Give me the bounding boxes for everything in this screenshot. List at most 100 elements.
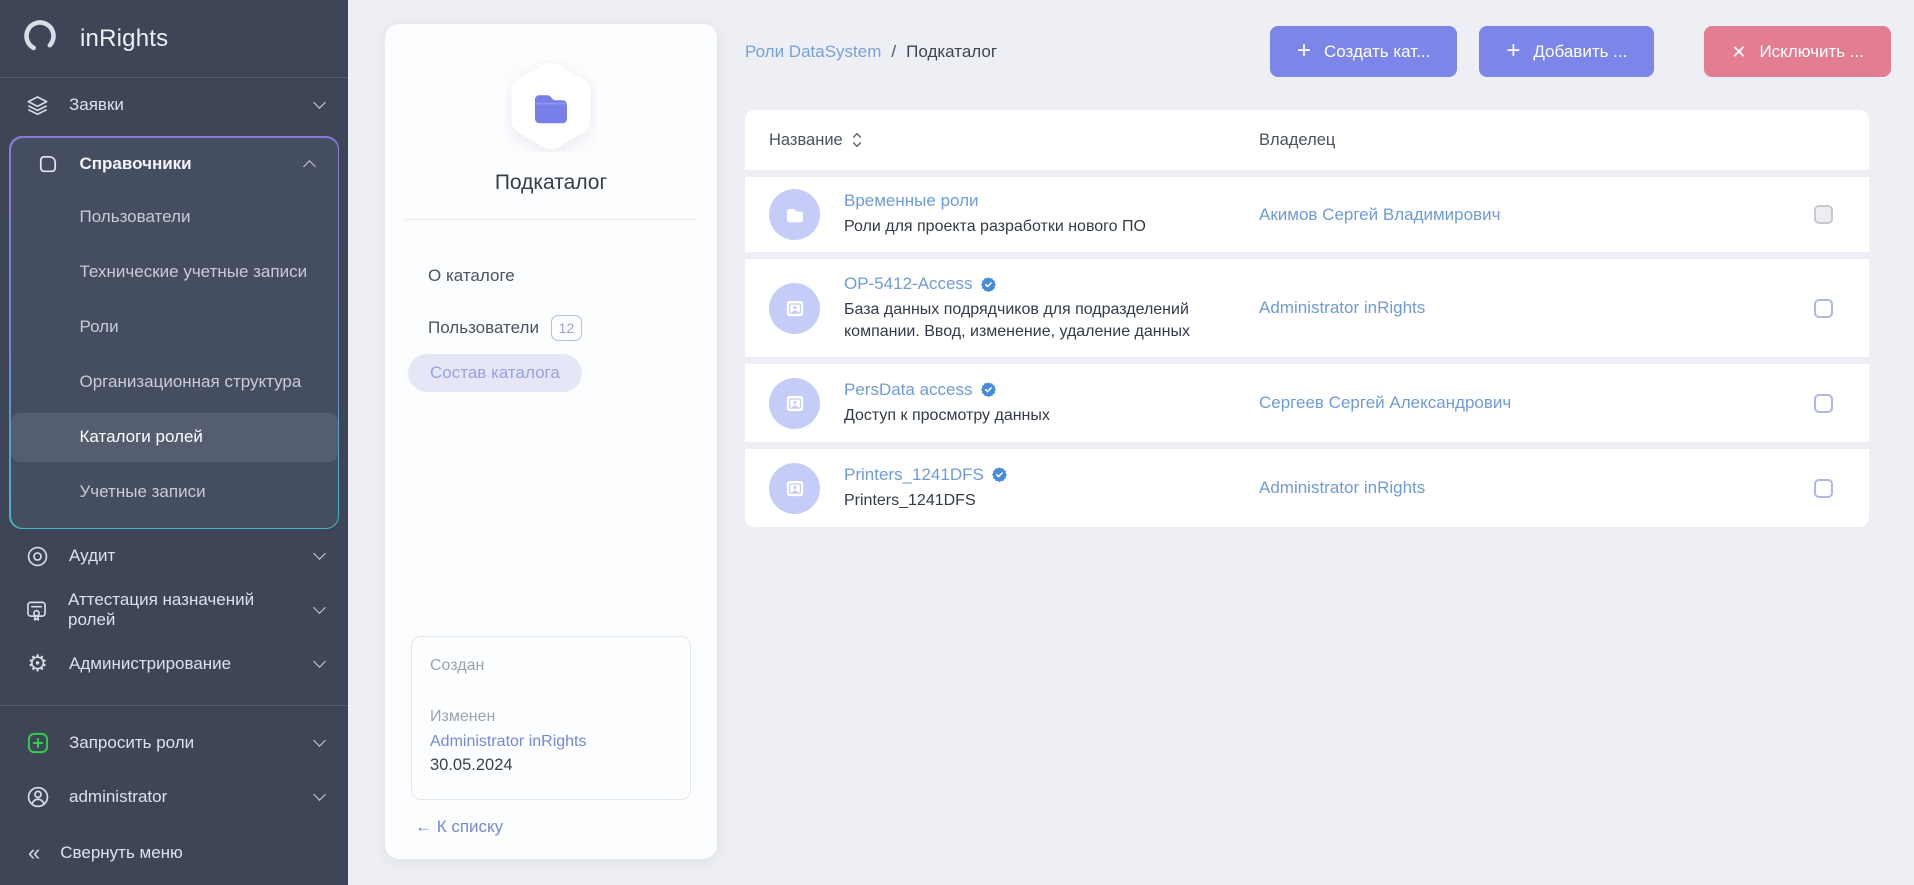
- chevron-down-icon: [313, 788, 326, 801]
- catalog-meta-box: Создан Изменен Administrator inRights 30…: [411, 636, 691, 800]
- verified-badge-icon: [991, 467, 1007, 483]
- button-label: Создать кат...: [1324, 41, 1431, 61]
- role-link[interactable]: PersData access: [844, 380, 1050, 400]
- button-label: Добавить ...: [1533, 41, 1628, 61]
- request-roles-icon: [24, 730, 51, 756]
- sidebar-subitem-roles[interactable]: Роли: [11, 300, 338, 355]
- sidebar-subitem-accounts[interactable]: Учетные записи: [11, 465, 338, 520]
- collapse-menu-button[interactable]: « Свернуть меню: [0, 826, 348, 880]
- role-link[interactable]: OP-5412-Access: [844, 274, 1219, 294]
- users-count-badge: 12: [550, 315, 582, 341]
- sidebar-item-label: Заявки: [69, 95, 124, 114]
- breadcrumb-current: Подкаталог: [906, 41, 998, 61]
- table-row: PersData access Доступ к просмотру данны…: [745, 364, 1869, 442]
- chevron-up-icon: [302, 160, 316, 173]
- row-title-text: Временные роли: [844, 191, 979, 211]
- column-header-name: Название: [769, 130, 843, 149]
- sidebar-subitem-org-structure[interactable]: Организационная структура: [11, 355, 338, 410]
- verified-badge-icon: [980, 277, 996, 293]
- table-row: Временные роли Роли для проекта разработ…: [745, 177, 1869, 252]
- modified-by-link[interactable]: Administrator inRights: [430, 733, 672, 751]
- x-icon: ✕: [1731, 41, 1747, 62]
- chevron-down-icon: [313, 655, 326, 668]
- chevron-down-icon: [313, 96, 326, 109]
- sidebar-item-directories[interactable]: Справочники: [11, 138, 338, 190]
- row-description: Printers_1241DFS: [844, 491, 976, 509]
- sidebar-item-label: Справочники: [79, 153, 192, 173]
- plus-icon: +: [1506, 36, 1521, 64]
- sidebar-item-administration[interactable]: ⚙ Администрирование: [0, 637, 348, 691]
- folder-hexagon-icon: [505, 60, 597, 157]
- page-title: Подкаталог: [494, 171, 608, 194]
- row-checkbox[interactable]: [1814, 298, 1833, 318]
- sidebar-item-label: Запросить роли: [69, 733, 195, 752]
- verified-badge-icon: [980, 382, 996, 398]
- tab-about-catalog[interactable]: О каталоге: [428, 250, 674, 302]
- id-card-avatar-icon: [769, 462, 820, 514]
- sort-icon[interactable]: [851, 130, 863, 150]
- owner-link[interactable]: Administrator inRights: [1259, 478, 1759, 498]
- modified-date: 30.05.2024: [430, 756, 513, 774]
- id-card-avatar-icon: [769, 377, 820, 429]
- role-link[interactable]: Printers_1241DFS: [844, 465, 1008, 485]
- table-row: Printers_1241DFS Printers_1241DFS Admini…: [745, 449, 1869, 527]
- table-header: Название Владелец: [745, 110, 1869, 170]
- layers-icon: [24, 93, 51, 118]
- owner-link[interactable]: Сергеев Сергей Александрович: [1259, 393, 1759, 413]
- back-to-list-link[interactable]: ← К списку: [415, 817, 717, 837]
- breadcrumb-separator: /: [891, 41, 897, 61]
- row-checkbox[interactable]: [1814, 205, 1833, 224]
- row-title-text: OP-5412-Access: [844, 274, 973, 294]
- created-label: Создан: [430, 657, 485, 674]
- column-header-owner: Владелец: [1259, 130, 1336, 149]
- row-description: Роли для проекта разработки нового ПО: [844, 218, 1146, 236]
- add-button[interactable]: + Добавить ...: [1479, 26, 1655, 77]
- exclude-button[interactable]: ✕ Исключить ...: [1704, 26, 1891, 77]
- sidebar-subitem-role-catalogs[interactable]: Каталоги ролей: [10, 412, 338, 462]
- tab-label: О каталоге: [428, 266, 515, 285]
- panel-divider: [405, 219, 697, 220]
- table-row: OP-5412-Access База данных подрядчиков д…: [745, 259, 1869, 357]
- app-title: inRights: [80, 24, 169, 52]
- sidebar-item-requests[interactable]: Заявки: [0, 78, 348, 132]
- row-checkbox[interactable]: [1814, 393, 1833, 413]
- sidebar-item-user-account[interactable]: administrator: [0, 770, 348, 824]
- sidebar-item-label: Администрирование: [69, 654, 232, 673]
- logo: inRights: [0, 0, 348, 78]
- id-card-avatar-icon: [769, 282, 820, 334]
- certificate-icon: [24, 598, 50, 623]
- sidebar-item-label: Аудит: [69, 546, 116, 565]
- collapse-icon: «: [28, 840, 41, 865]
- tab-catalog-contents[interactable]: Состав каталога: [408, 354, 674, 406]
- breadcrumb-parent-link[interactable]: Роли DataSystem: [745, 42, 881, 62]
- create-catalog-button[interactable]: + Создать кат...: [1270, 26, 1458, 77]
- catalog-details-panel: Подкаталог О каталоге Пользователи 12 Со…: [385, 24, 717, 859]
- owner-link[interactable]: Акимов Сергей Владимирович: [1259, 205, 1759, 225]
- catalog-contents-table: Название Владелец Временные роли Роли дл…: [745, 110, 1869, 527]
- inrights-logo-icon: [20, 16, 60, 61]
- tab-users[interactable]: Пользователи 12: [428, 302, 674, 354]
- folder-icon: [35, 152, 62, 176]
- plus-icon: +: [1297, 36, 1312, 64]
- sidebar-item-audit[interactable]: Аудит: [0, 529, 348, 583]
- main-content: Роли DataSystem / Подкаталог + Создать к…: [717, 0, 1914, 885]
- sidebar-item-label: Аттестация назначений ролей: [67, 590, 255, 629]
- row-checkbox[interactable]: [1814, 478, 1833, 498]
- collapse-menu-label: Свернуть меню: [60, 843, 183, 862]
- sidebar-subitem-users[interactable]: Пользователи: [11, 190, 338, 245]
- sidebar-item-attestation[interactable]: Аттестация назначений ролей: [0, 583, 348, 637]
- gear-icon: ⚙: [27, 650, 48, 677]
- row-description: Доступ к просмотру данных: [844, 406, 1050, 424]
- row-title-text: PersData access: [844, 379, 973, 399]
- chevron-down-icon: [313, 547, 326, 560]
- owner-link[interactable]: Administrator inRights: [1259, 298, 1759, 318]
- chevron-down-icon: [313, 601, 326, 614]
- sidebar-item-label: administrator: [69, 787, 168, 806]
- sidebar: inRights Заявки Справочники Пользователи…: [0, 0, 348, 885]
- user-icon: [24, 784, 51, 810]
- sidebar-subitem-tech-accounts[interactable]: Технические учетные записи: [11, 245, 338, 300]
- sidebar-item-request-roles[interactable]: Запросить роли: [0, 716, 348, 770]
- button-label: Исключить ...: [1759, 41, 1864, 61]
- audit-icon: [24, 544, 51, 569]
- role-catalog-link[interactable]: Временные роли: [844, 191, 1146, 211]
